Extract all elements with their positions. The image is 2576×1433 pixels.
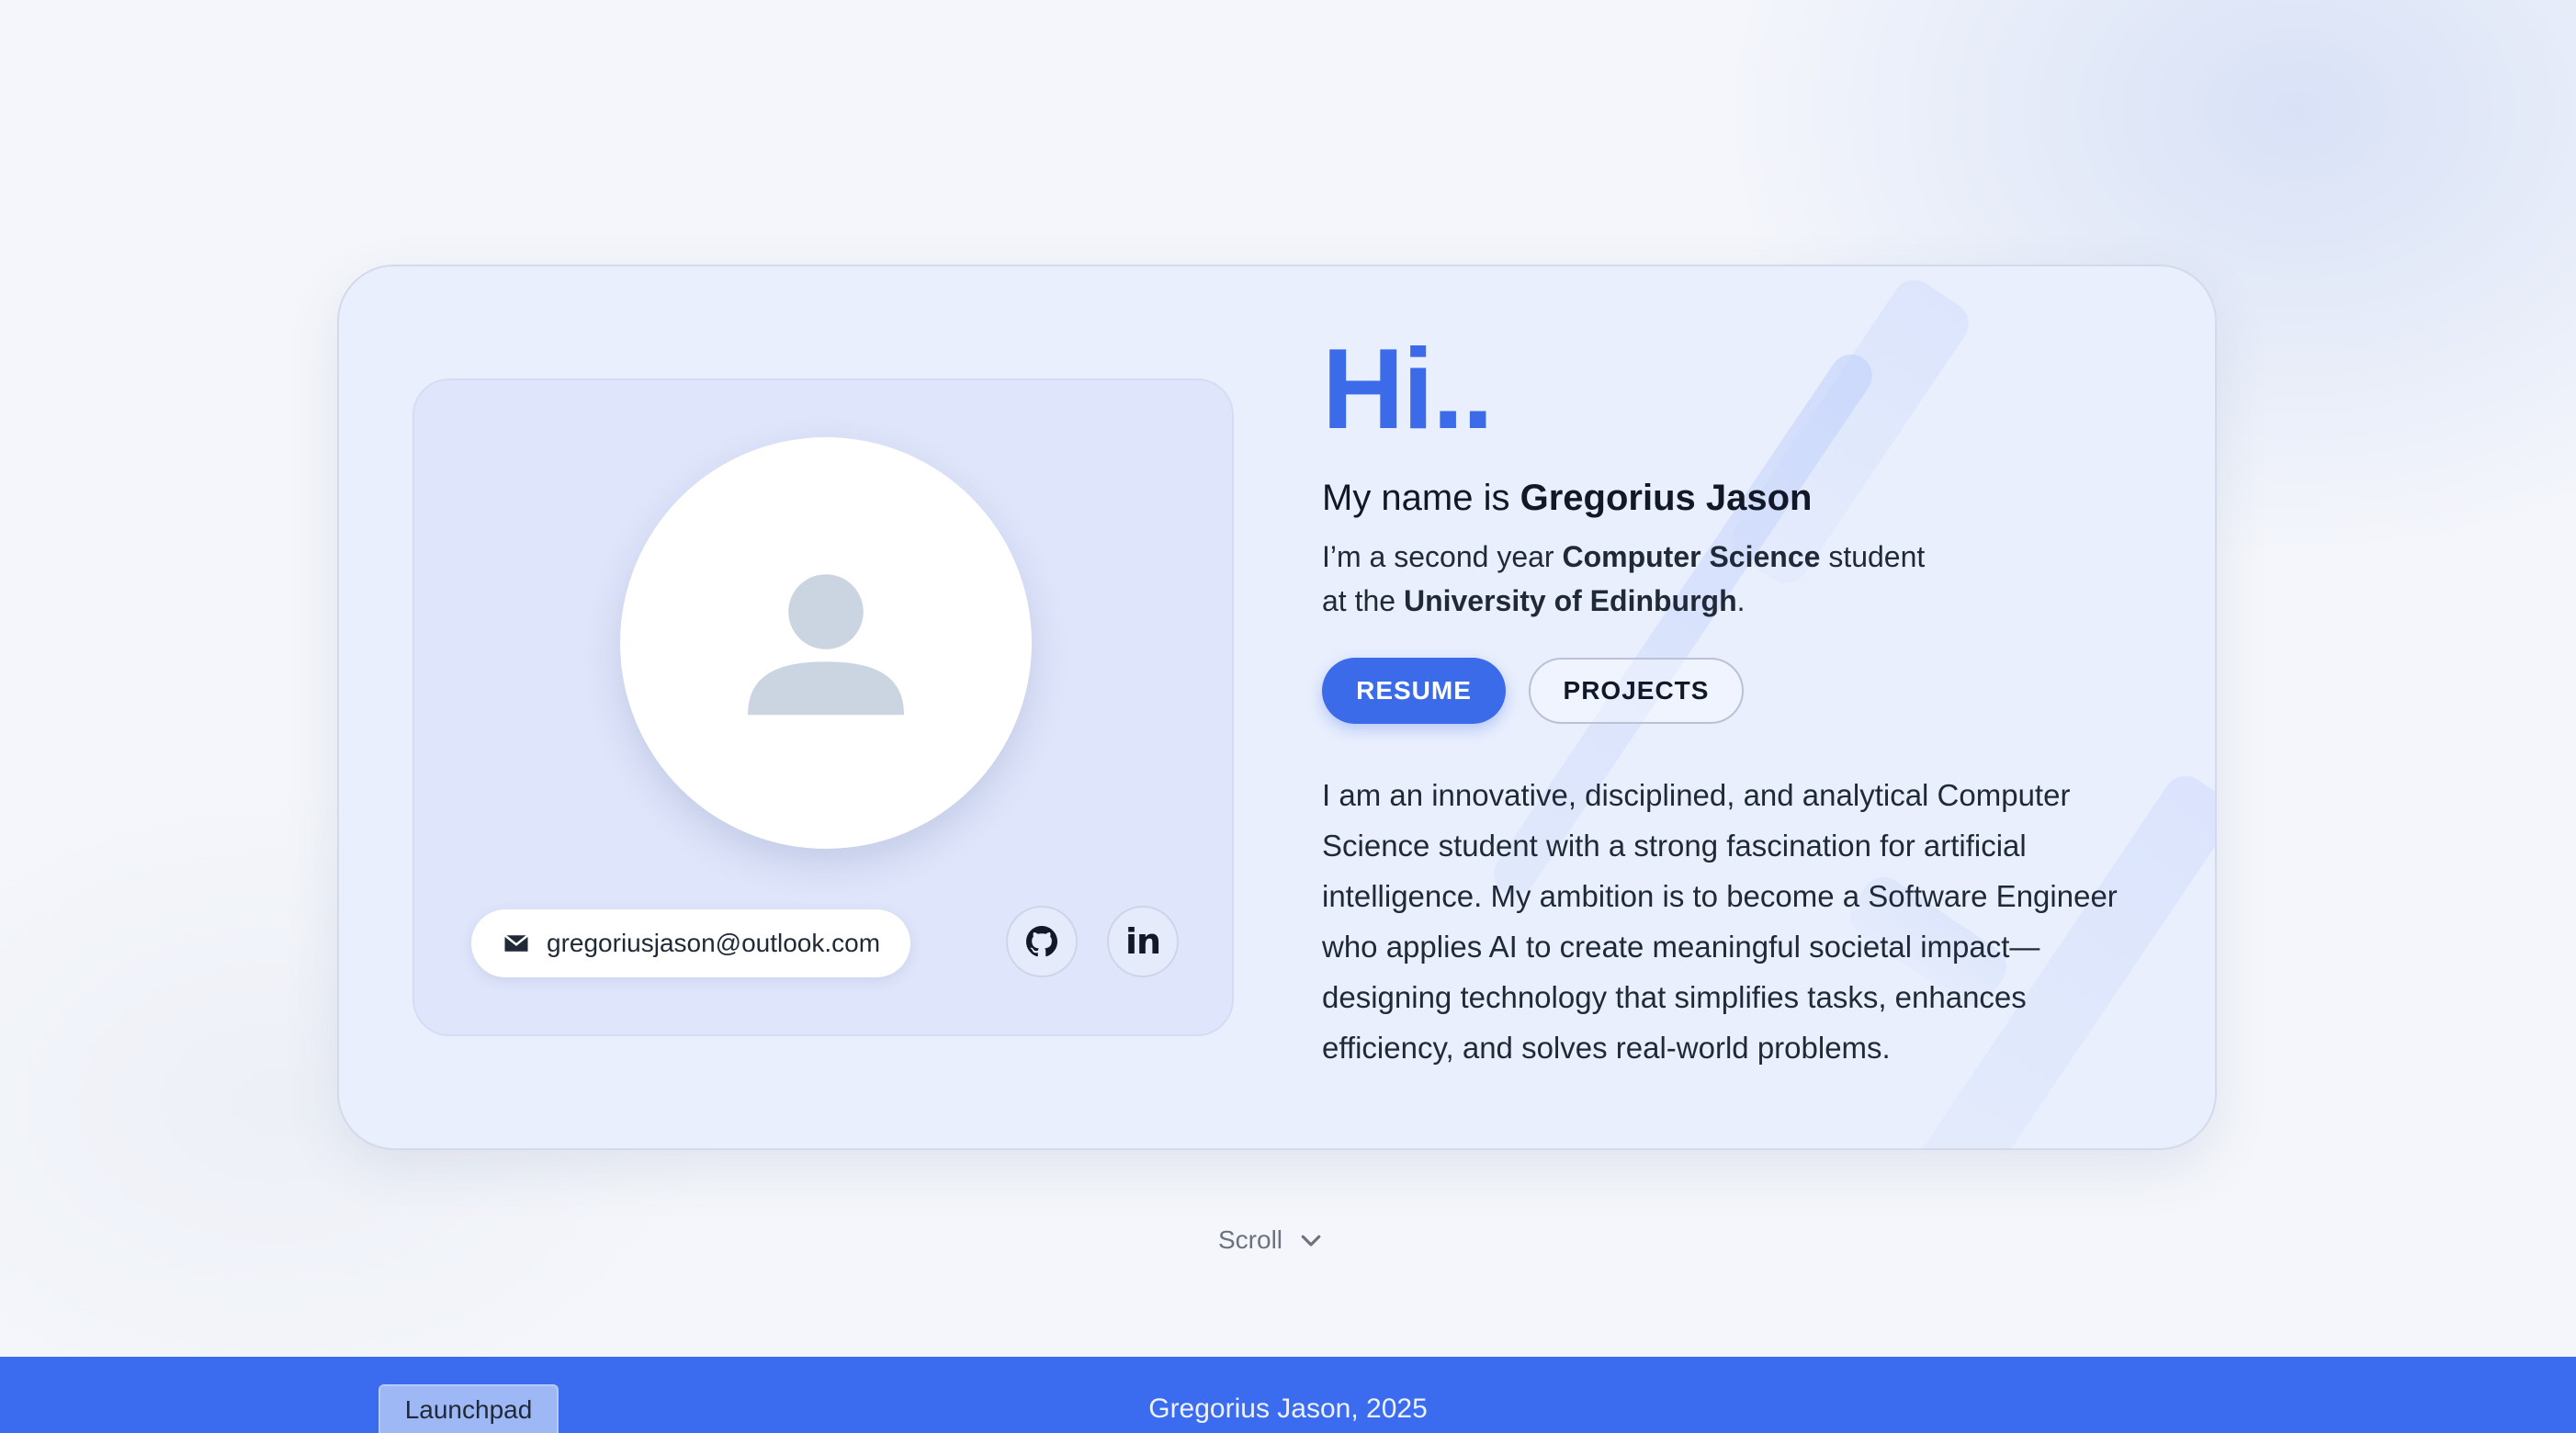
name-prefix: My name is bbox=[1322, 478, 1520, 518]
hero-card: gregoriusjason@outlook.com in Hi.. My na… bbox=[337, 265, 2217, 1150]
chevron-down-icon bbox=[1301, 1235, 1321, 1247]
subtitle-text: I’m a second year bbox=[1322, 540, 1563, 573]
profile-panel: gregoriusjason@outlook.com in bbox=[412, 378, 1234, 1036]
person-name: Gregorius Jason bbox=[1520, 478, 1813, 518]
scroll-hint[interactable]: Scroll bbox=[1218, 1225, 1325, 1255]
degree-name: Computer Science bbox=[1562, 540, 1821, 573]
subtitle-text: at the bbox=[1322, 584, 1404, 617]
email-text: gregoriusjason@outlook.com bbox=[547, 929, 881, 957]
resume-button[interactable]: RESUME bbox=[1322, 658, 1506, 724]
name-line: My name is Gregorius Jason bbox=[1322, 476, 1812, 520]
email-link[interactable]: gregoriusjason@outlook.com bbox=[471, 909, 910, 977]
footer: Launchpad Gregorius Jason, 2025 bbox=[0, 1357, 2576, 1433]
subtitle-text: . bbox=[1736, 584, 1746, 617]
scroll-label: Scroll bbox=[1218, 1225, 1283, 1254]
university-name: University of Edinburgh bbox=[1403, 584, 1737, 617]
envelope-icon bbox=[503, 934, 529, 952]
bio-paragraph: I am an innovative, disciplined, and ana… bbox=[1322, 778, 2118, 1065]
subtitle-text: student bbox=[1820, 540, 1926, 573]
github-button[interactable] bbox=[1006, 906, 1078, 977]
user-silhouette-icon bbox=[748, 574, 904, 716]
linkedin-button[interactable]: in bbox=[1107, 906, 1179, 977]
footer-copyright: Gregorius Jason, 2025 bbox=[1148, 1394, 1428, 1424]
linkedin-icon: in bbox=[1124, 921, 1161, 962]
greeting-heading: Hi.. bbox=[1322, 326, 1494, 453]
subtitle: I’m a second year Computer Science stude… bbox=[1322, 535, 2020, 623]
projects-button[interactable]: PROJECTS bbox=[1529, 658, 1744, 724]
avatar bbox=[620, 437, 1032, 849]
github-icon bbox=[1026, 926, 1057, 957]
